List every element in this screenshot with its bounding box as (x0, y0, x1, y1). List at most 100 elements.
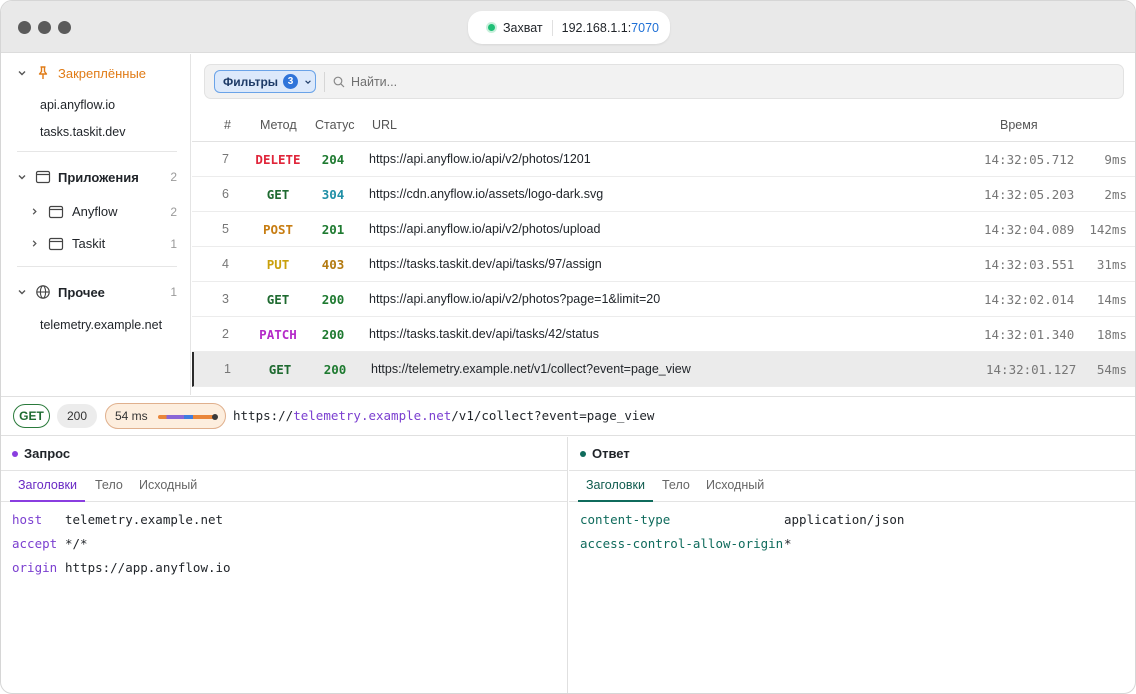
row-duration: 18ms (1096, 327, 1127, 342)
request-list-panel: Фильтры 3 # Метод Статус URL Время 7 DELE… (192, 54, 1135, 395)
request-tabs: Заголовки Тело Исходный (1, 471, 567, 502)
capture-address-pill[interactable]: Захват 192.168.1.1: 7070 (468, 11, 670, 44)
filter-separator (324, 72, 325, 92)
chevron-down-icon[interactable] (17, 287, 27, 297)
table-row[interactable]: 1 GET 200 https://telemetry.example.net/v1/… (192, 352, 1135, 387)
request-pane: Запрос Заголовки Тело Исходный host tele… (1, 437, 568, 693)
row-number: 4 (222, 257, 229, 271)
header-value: application/json (784, 512, 905, 527)
url-scheme: https:// (233, 408, 294, 423)
sidebar-apps-title: Приложения (58, 169, 139, 185)
row-status: 304 (321, 187, 345, 202)
sidebar-divider (17, 266, 177, 267)
header-key: host (12, 512, 43, 527)
chevron-right-icon[interactable] (30, 239, 39, 248)
tab-request-raw[interactable]: Исходный (139, 478, 197, 500)
row-time: 14:32:05.712 (984, 152, 1075, 167)
row-status: 200 (323, 362, 347, 377)
request-pane-header: Запрос (1, 437, 567, 471)
status-badge: 200 (57, 404, 97, 428)
sidebar-item-count: 1 (170, 237, 177, 251)
row-url: https://api.anyflow.io/api/v2/photos/upl… (369, 222, 601, 236)
sidebar-other-title: Прочее (58, 284, 105, 300)
row-status: 200 (321, 292, 345, 307)
sidebar-apps-count: 2 (170, 170, 177, 184)
address-separator (551, 19, 553, 36)
response-title: Ответ (592, 446, 630, 461)
request-url[interactable]: https://telemetry.example.net/v1/collect… (233, 408, 654, 423)
table-row[interactable]: 2 PATCH 200 https://tasks.taskit.dev/api/ta… (192, 317, 1135, 352)
row-status: 403 (321, 257, 345, 272)
request-title: Запрос (24, 446, 71, 461)
row-url: https://api.anyflow.io/api/v2/photos?pag… (369, 292, 661, 306)
row-time: 14:32:01.340 (984, 327, 1075, 342)
chevron-down-icon[interactable] (17, 68, 27, 78)
column-header-status[interactable]: Статус (315, 118, 355, 132)
row-number: 5 (222, 222, 229, 236)
sidebar-divider (17, 151, 177, 152)
row-url: https://api.anyflow.io/api/v2/photos/120… (369, 152, 591, 166)
filters-button[interactable]: Фильтры 3 (214, 70, 316, 93)
sidebar-item-telemetry[interactable]: telemetry.example.net (40, 318, 162, 332)
url-path: /v1/collect?event=page_view (451, 408, 655, 423)
sidebar: Закреплённые api.anyflow.io tasks.taskit… (1, 54, 191, 395)
request-summary-bar: GET 200 54 ms https://telemetry.example.… (1, 396, 1135, 436)
timing-bar (158, 415, 216, 419)
row-time: 14:32:03.551 (984, 257, 1075, 272)
header-value: */* (65, 536, 88, 551)
sidebar-section-other[interactable]: Прочее 1 (1, 280, 191, 304)
sidebar-item-taskit[interactable]: Taskit 1 (1, 232, 191, 256)
chevron-down-icon[interactable] (17, 172, 27, 182)
row-method: DELETE (255, 152, 301, 167)
sidebar-section-apps[interactable]: Приложения 2 (1, 165, 191, 189)
row-number: 1 (224, 362, 231, 376)
duration-label: 54 ms (115, 409, 148, 423)
chevron-right-icon[interactable] (30, 207, 39, 216)
row-method: GET (266, 187, 290, 202)
header-key: access-control-allow-origin (580, 536, 784, 551)
sidebar-item-label: Taskit (72, 236, 106, 251)
column-header-url[interactable]: URL (372, 118, 397, 132)
capture-port: 7070 (631, 20, 659, 35)
sidebar-item-tasks-taskit[interactable]: tasks.taskit.dev (40, 125, 125, 139)
row-time: 14:32:05.203 (984, 187, 1075, 202)
title-bar: Захват 192.168.1.1: 7070 (1, 1, 1135, 53)
table-row[interactable]: 5 POST 201 https://api.anyflow.io/api/v2/ph… (192, 212, 1135, 247)
column-header-num[interactable]: # (224, 118, 231, 132)
sidebar-item-count: 2 (170, 205, 177, 219)
response-tabs: Заголовки Тело Исходный (569, 471, 1135, 502)
sidebar-other-count: 1 (170, 285, 177, 299)
pin-icon (38, 66, 48, 79)
search-input[interactable] (351, 71, 851, 93)
tab-request-headers[interactable]: Заголовки (10, 478, 85, 502)
tab-response-headers[interactable]: Заголовки (578, 478, 653, 502)
app-window: Захват 192.168.1.1: 7070 Закреплённые api… (0, 0, 1136, 694)
timing-end-dot (212, 414, 218, 420)
sidebar-section-pinned[interactable]: Закреплённые (1, 61, 191, 85)
tab-request-body[interactable]: Тело (95, 478, 123, 500)
minimize-window-button[interactable] (38, 21, 51, 34)
table-row[interactable]: 7 DELETE 204 https://api.anyflow.io/api/v2/… (192, 142, 1135, 177)
zoom-window-button[interactable] (58, 21, 71, 34)
table-row[interactable]: 3 GET 200 https://api.anyflow.io/api/v2/pho… (192, 282, 1135, 317)
filter-bar: Фильтры 3 (204, 64, 1124, 99)
method-badge: GET (13, 404, 50, 428)
window-icon (48, 205, 64, 219)
sidebar-item-anyflow[interactable]: Anyflow 2 (1, 200, 191, 224)
response-pane: Ответ Заголовки Тело Исходный content-ty… (569, 437, 1135, 693)
duration-badge[interactable]: 54 ms (105, 403, 226, 429)
column-header-method[interactable]: Метод (260, 118, 297, 132)
sidebar-item-api-anyflow[interactable]: api.anyflow.io (40, 98, 115, 112)
table-row[interactable]: 6 GET 304 https://cdn.anyflow.io/assets/log… (192, 177, 1135, 212)
row-duration: 2ms (1104, 187, 1127, 202)
globe-icon (36, 285, 50, 299)
row-method: GET (268, 362, 292, 377)
close-window-button[interactable] (18, 21, 31, 34)
tab-response-raw[interactable]: Исходный (706, 478, 764, 500)
tab-response-body[interactable]: Тело (662, 478, 690, 500)
request-dot (12, 451, 18, 457)
column-header-time[interactable]: Время (1000, 118, 1038, 132)
row-method: POST (262, 222, 294, 237)
table-row[interactable]: 4 PUT 403 https://tasks.taskit.dev/api/task… (192, 247, 1135, 282)
row-duration: 54ms (1096, 362, 1127, 377)
